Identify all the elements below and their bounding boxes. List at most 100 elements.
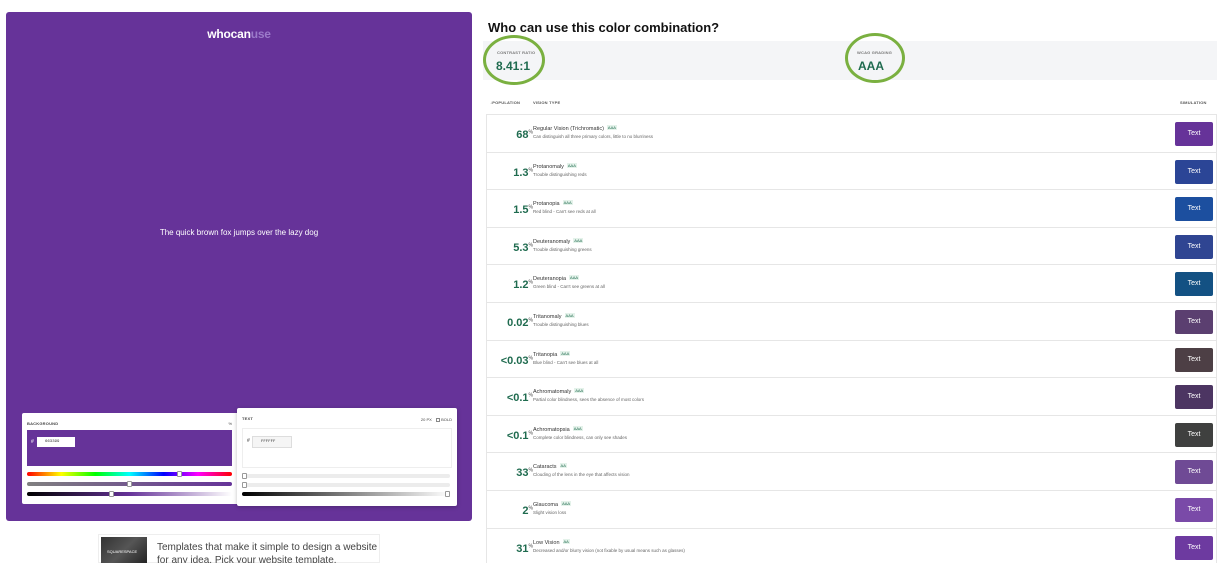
grade-badge: AAA: [606, 125, 617, 130]
vision-type-name: Achromatopsia AAA: [533, 425, 583, 433]
grade-badge: AA: [562, 538, 570, 544]
simulation-preview: Text: [1175, 272, 1213, 297]
vision-type-description: Green blind - Can't see greens at all: [533, 284, 605, 290]
vision-type-description: Complete color blindness, can only see s…: [533, 434, 628, 440]
grade-badge: AAA: [572, 425, 583, 431]
population-percent: 5.3%: [487, 242, 533, 254]
text-saturation-slider[interactable]: [242, 482, 450, 488]
percent-value: 33: [516, 467, 529, 480]
vision-type-description: Clouding of the lens in the eye that aff…: [533, 472, 630, 478]
vision-name-text: Achromatomaly: [533, 389, 572, 396]
background-saturation-slider[interactable]: [27, 481, 232, 487]
population-percent: 1.5%: [487, 204, 533, 216]
font-size-unit: PX: [426, 417, 432, 422]
slider-handle[interactable]: [445, 491, 450, 497]
vision-row: 0.02% Tritanomaly AAA Trouble distinguishin…: [486, 301, 1217, 340]
ad-thumbnail: SQUARESPACE: [101, 537, 147, 563]
ad-thumb-text: SQUARESPACE: [107, 549, 138, 554]
percent-value: <0.1: [506, 392, 529, 405]
text-label: TEXT: [242, 416, 254, 421]
population-percent: 0.02%: [487, 317, 533, 329]
vision-name-text: Protanopia: [533, 201, 560, 208]
slider-handle[interactable]: [242, 482, 247, 488]
vision-row: 33% Cataracts AA Clouding of the lens in th…: [486, 452, 1217, 490]
ad-line-1: Templates that make it simple to design …: [157, 542, 378, 553]
grade-badge: AA: [559, 463, 567, 469]
vision-type-name: Tritanomaly AAA: [533, 312, 575, 320]
grade-badge: AAA: [561, 500, 572, 506]
vision-name-text: Glaucoma: [533, 501, 559, 508]
logo-use: use: [250, 27, 271, 41]
text-size-controls: 20 PX BOLD: [421, 417, 452, 422]
population-percent: <0.1%: [487, 430, 533, 442]
population-percent: 1.3%: [487, 167, 533, 179]
simulation-preview: Text: [1175, 159, 1213, 184]
slider-handle[interactable]: [242, 473, 247, 479]
population-column-header[interactable]: ↓POPULATION: [490, 100, 520, 105]
percent-value: 0.02: [507, 316, 529, 329]
vision-type-column-header: VISION TYPE: [533, 100, 561, 105]
grade-badge: AAA: [562, 200, 573, 206]
grade-badge: AAA: [564, 312, 575, 318]
logo[interactable]: whocanuse: [6, 27, 472, 41]
vision-name-text: Deuteranopia: [533, 276, 567, 283]
vision-type-name: Cataracts AA: [533, 463, 567, 470]
background-hue-slider[interactable]: [27, 471, 232, 477]
background-format[interactable]: %: [228, 421, 232, 426]
vision-type-name: Regular Vision (Trichromatic) AAA: [533, 125, 617, 132]
text-swatch[interactable]: [242, 428, 452, 468]
grade-badge: AAA: [566, 162, 577, 168]
vision-name-text: Deuteranomaly: [533, 238, 571, 245]
slider-handle[interactable]: [177, 471, 182, 477]
bold-checkbox[interactable]: [435, 418, 440, 422]
slider-handle[interactable]: [109, 491, 114, 497]
logo-who: who: [207, 27, 231, 41]
ad-banner[interactable]: SQUARESPACE Templates that make it simpl…: [98, 534, 380, 563]
vision-type-description: Blue blind - Can't see blues at all: [533, 359, 599, 365]
percent-value: <0.1: [506, 429, 529, 442]
simulation-preview: Text: [1175, 422, 1213, 447]
population-percent: 2%: [487, 505, 533, 517]
population-percent: <0.03%: [487, 355, 533, 367]
vision-type-description: Trouble distinguishing blues: [533, 321, 589, 327]
vision-type-description: Can distinguish all three primary colors…: [533, 134, 654, 139]
vision-row: <0.03% Tritanopia AAA Blue blind - Can't se…: [486, 339, 1217, 378]
vision-row: 5.3% Deuteranomaly AAA Trouble distinguishi…: [486, 226, 1217, 265]
vision-row: <0.1% Achromatopsia AAA Complete color blin…: [486, 414, 1217, 453]
vision-type-name: Achromatomaly AAA: [533, 388, 585, 396]
background-hash: #: [31, 439, 34, 445]
vision-row: <0.1% Achromatomaly AAA Partial color blind…: [486, 377, 1217, 415]
page-title: Who can use this color combination?: [488, 20, 720, 35]
vision-name-text: Protanomaly: [533, 163, 564, 170]
text-hash: #: [247, 438, 250, 444]
text-hex-input[interactable]: FFFFFF: [252, 436, 292, 448]
slider-handle[interactable]: [127, 481, 132, 487]
vision-type-name: Low Vision AA: [533, 538, 570, 546]
population-percent: 1.2%: [487, 279, 533, 291]
ad-text: Templates that make it simple to design …: [157, 541, 377, 563]
simulation-preview: Text: [1175, 234, 1213, 259]
text-lightness-slider[interactable]: [242, 491, 450, 497]
vision-type-description: Trouble distinguishing reds: [533, 171, 587, 177]
text-hue-slider[interactable]: [242, 473, 450, 479]
vision-list: 68% Regular Vision (Trichromatic) AAA Can d…: [486, 114, 1217, 563]
vision-name-text: Cataracts: [533, 464, 557, 471]
contrast-highlight-circle: [483, 35, 545, 85]
percent-value: 1.5: [513, 204, 529, 217]
grade-badge: AAA: [573, 237, 584, 243]
simulation-preview: Text: [1175, 385, 1213, 410]
population-percent: 31%: [487, 543, 533, 555]
simulation-preview: Text: [1175, 309, 1213, 334]
logo-can: can: [230, 27, 251, 41]
text-picker: TEXT 20 PX BOLD # FFFFFF: [237, 408, 457, 506]
background-label: BACKGROUND: [27, 421, 59, 426]
background-hex-input[interactable]: 663399: [36, 436, 76, 448]
vision-type-description: Decreased and/or blurry vision (not fixa…: [533, 547, 685, 553]
percent-value: 31: [516, 542, 529, 555]
population-percent: <0.1%: [487, 392, 533, 404]
background-lightness-slider[interactable]: [27, 491, 232, 497]
simulation-preview: Text: [1175, 460, 1213, 485]
wcag-highlight-circle: [845, 33, 905, 83]
font-size-value[interactable]: 20: [421, 417, 425, 422]
color-preview-panel: whocanuse The quick brown fox jumps over…: [6, 12, 472, 521]
